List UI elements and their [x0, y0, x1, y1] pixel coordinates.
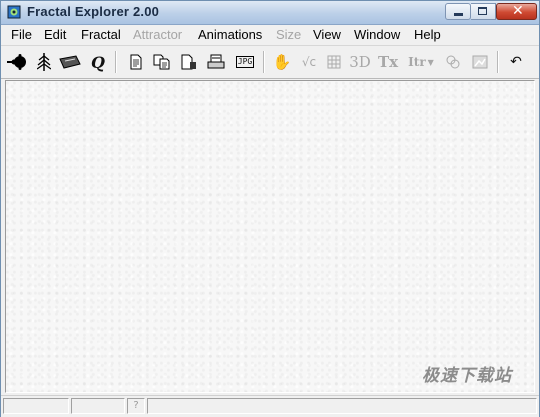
jpg-label: JPG: [235, 56, 255, 68]
image-icon[interactable]: [469, 51, 491, 73]
menu-view[interactable]: View: [313, 27, 341, 42]
status-pane-main: [147, 398, 537, 414]
status-pane-1: [3, 398, 69, 414]
maximize-button[interactable]: [471, 3, 496, 20]
iterations-label: Itr: [408, 55, 426, 69]
toolbar: Q JPG ✋ √c 3D Tx Itr ▼ ↶: [1, 46, 539, 79]
toolbar-separator: [263, 51, 265, 73]
palette-icon[interactable]: [442, 51, 464, 73]
jpg-export-icon[interactable]: JPG: [233, 51, 257, 73]
maximize-icon: [478, 7, 487, 15]
copy-documents-icon[interactable]: [151, 51, 173, 73]
toolbar-separator: [115, 51, 117, 73]
minimize-icon: [454, 13, 463, 16]
app-window: Fractal Explorer 2.00 ✕ File Edit Fracta…: [0, 0, 540, 417]
mandelbrot-icon[interactable]: [7, 51, 29, 73]
texture-icon[interactable]: Tx: [377, 51, 399, 73]
grid-icon[interactable]: [323, 51, 345, 73]
fractal-canvas[interactable]: 极速下载站: [5, 80, 535, 393]
three-d-icon[interactable]: 3D: [349, 51, 371, 73]
hand-pan-icon[interactable]: ✋: [271, 51, 293, 73]
menu-edit[interactable]: Edit: [44, 27, 66, 42]
menu-bar: File Edit Fractal Attractor Animations S…: [1, 25, 539, 46]
toolbar-separator: [497, 51, 499, 73]
menu-help[interactable]: Help: [414, 27, 441, 42]
help-status-pane[interactable]: ?: [127, 398, 145, 414]
attractor-ticket-icon[interactable]: [59, 51, 81, 73]
close-button[interactable]: ✕: [496, 3, 537, 20]
new-document-icon[interactable]: [125, 51, 147, 73]
close-icon: ✕: [512, 3, 524, 19]
status-pane-2: [71, 398, 125, 414]
sqrt-c-icon[interactable]: √c: [298, 51, 320, 73]
iterations-dropdown[interactable]: Itr ▼: [406, 51, 436, 73]
menu-file[interactable]: File: [11, 27, 32, 42]
menu-window[interactable]: Window: [354, 27, 400, 42]
watermark-text: 极速下载站: [422, 366, 512, 386]
menu-fractal[interactable]: Fractal: [81, 27, 121, 42]
minimize-button[interactable]: [445, 3, 471, 20]
window-title: Fractal Explorer 2.00: [27, 4, 160, 19]
status-bar: ?: [1, 395, 539, 417]
title-bar[interactable]: Fractal Explorer 2.00 ✕: [1, 1, 539, 25]
app-icon[interactable]: [7, 5, 21, 19]
menu-size[interactable]: Size: [276, 27, 301, 42]
save-document-icon[interactable]: [178, 51, 200, 73]
print-icon[interactable]: [205, 51, 227, 73]
menu-animations[interactable]: Animations: [198, 27, 262, 42]
undo-icon[interactable]: ↶: [505, 51, 527, 73]
menu-attractor[interactable]: Attractor: [133, 27, 182, 42]
chevron-down-icon: ▼: [427, 57, 434, 67]
fern-tree-icon[interactable]: [33, 51, 55, 73]
quaternion-icon[interactable]: Q: [87, 51, 109, 73]
